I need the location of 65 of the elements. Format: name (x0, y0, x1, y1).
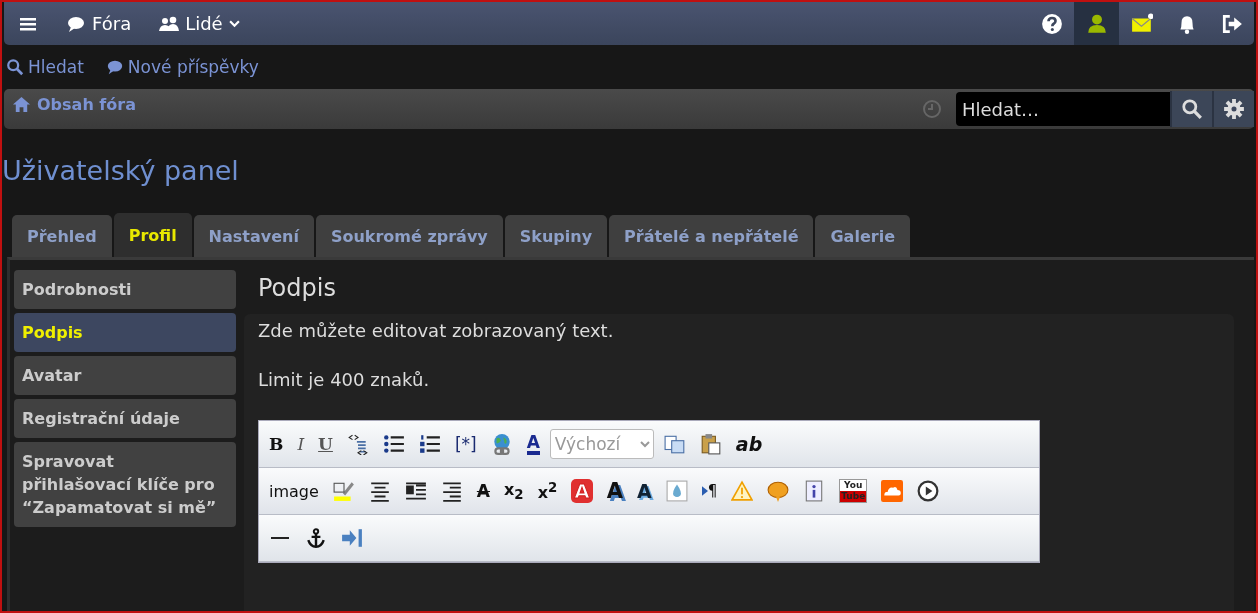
editor-button[interactable]: A (602, 475, 627, 507)
bullet-list-icon (382, 433, 405, 455)
toolbar-button[interactable] (1074, 2, 1119, 45)
search-field[interactable]: Hledat… (956, 92, 1170, 126)
copy-icon (663, 433, 686, 455)
paragraph: Zde můžete editovat zobrazovaný text. (258, 320, 615, 341)
align-center-icon (368, 480, 391, 502)
editor-button[interactable]: A (472, 475, 494, 507)
play-icon (917, 480, 940, 502)
editor-button[interactable]: image (265, 475, 323, 507)
settings-button[interactable] (1212, 91, 1254, 127)
cloud-icon (881, 480, 904, 502)
editor-button[interactable]: x$_{2}$ (500, 475, 528, 507)
justify-icon (404, 480, 427, 502)
quick-link[interactable]: Hledat (6, 57, 84, 77)
nav-link[interactable]: Fóra (52, 2, 146, 45)
quick-link[interactable]: Nové příspěvky (105, 57, 259, 77)
editor-button[interactable]: A (633, 475, 656, 507)
editor-button[interactable]: A (522, 428, 544, 460)
anchor-icon (305, 527, 327, 549)
search-icon (1181, 98, 1203, 120)
sidebar-item[interactable]: Avatar (14, 356, 236, 395)
numbered-list-icon (418, 433, 441, 455)
editor-button[interactable]: ab (731, 428, 767, 460)
paragraph: Limit je 400 znaků. (258, 369, 431, 390)
warning-icon (731, 480, 754, 502)
editor-button[interactable]: ¶ (697, 475, 722, 507)
sidebar-item[interactable]: Spravovat přihlašovací klíče pro “Zapamatovat si mě” (14, 442, 236, 527)
editor-button[interactable]: [*] (450, 428, 481, 460)
tab[interactable]: Profil (113, 213, 192, 257)
tab[interactable]: Nastavení (193, 215, 314, 257)
home-icon (12, 95, 31, 114)
editor-button[interactable]: U (314, 428, 337, 460)
paragraph-arrow-icon (701, 486, 708, 496)
tab[interactable]: Přátelé a nepřátelé (609, 215, 814, 257)
align-right-icon (440, 480, 463, 502)
logout-icon (1220, 12, 1243, 35)
search-button[interactable] (1170, 91, 1212, 127)
tab[interactable]: Skupiny (504, 215, 608, 257)
speech-bubble-icon (105, 58, 124, 76)
panel-heading: Podpis (258, 274, 337, 302)
editor-button[interactable]: B (265, 428, 288, 460)
sidebar-item[interactable]: Podrobnosti (14, 270, 236, 309)
horizontal-rule-icon (269, 537, 291, 539)
sidebar-item[interactable]: Registrační údaje (14, 399, 236, 438)
editor-button[interactable]: I (293, 428, 309, 460)
speech-bubble-icon (767, 480, 790, 502)
search-icon (6, 58, 24, 76)
help-icon (1040, 12, 1063, 35)
settings-icon (1223, 98, 1245, 120)
paste-icon (699, 433, 722, 455)
sidebar-item[interactable]: Podpis (14, 313, 236, 352)
page-title: Uživatelský panel (2, 155, 240, 188)
highlighter-icon (332, 480, 355, 502)
water-drop-icon (665, 480, 688, 502)
user-icon (1085, 12, 1108, 35)
code-icon (346, 433, 369, 455)
tab[interactable]: Galerie (815, 215, 910, 257)
indent-arrow-icon (341, 527, 363, 549)
tab[interactable]: Soukromé zprávy (315, 215, 503, 257)
clock-icon (922, 99, 942, 119)
editor-button[interactable]: x$^{2}$ (533, 475, 562, 507)
nav-link[interactable]: Lidé (145, 2, 254, 45)
envelope-icon (1130, 12, 1153, 35)
tab[interactable]: Přehled (12, 215, 112, 257)
